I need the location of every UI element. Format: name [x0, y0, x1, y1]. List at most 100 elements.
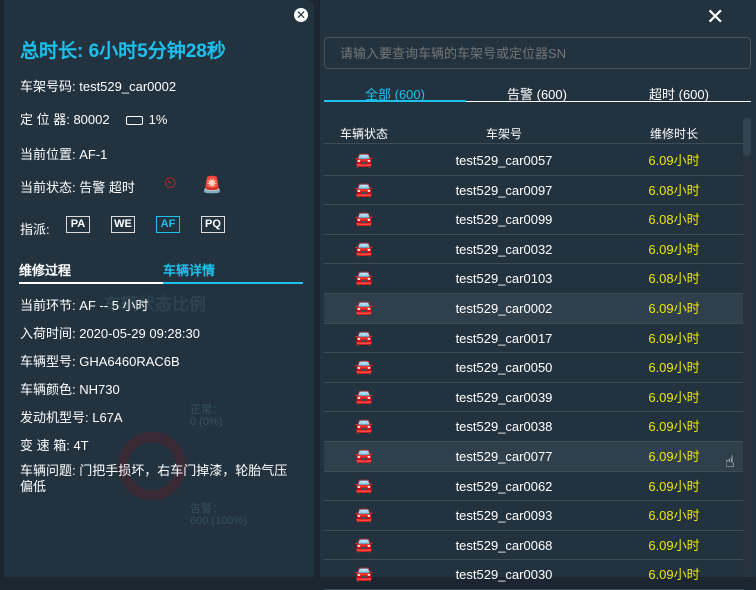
car-alarm-icon: 🚘 [354, 299, 374, 317]
duration-cell: 6.08小时 [648, 212, 700, 228]
car-alarm-icon: 🚘 [354, 536, 374, 554]
tab-alarm[interactable]: 告警 (600) [466, 84, 608, 103]
car-alarm-icon: 🚘 [354, 211, 374, 229]
assign-we-button[interactable]: WE [111, 216, 135, 233]
total-duration: 总时长: 6小时5分钟28秒 [20, 41, 226, 62]
alarm-label: 告警： [190, 503, 223, 515]
vehicle-detail-panel: ✕ 车辆状态比例 正常： 0 (0%) 告警： 600 (100%) 总时长: 6小… [4, 0, 314, 577]
table-row[interactable]: 🚘 test529_car0062 6.09小时 [324, 472, 744, 502]
duration-cell: 6.09小时 [648, 389, 700, 405]
frame-number-cell: test529_car0032 [455, 241, 553, 257]
vehicle-color: 车辆颜色: NH730 [20, 382, 120, 397]
assign-pa-button[interactable]: PA [66, 216, 90, 233]
frame-number-cell: test529_car0002 [455, 300, 553, 316]
car-alarm-icon: 🚘 [354, 418, 374, 436]
detail-tabs: 维修过程 车辆详情 [19, 258, 303, 284]
table-row[interactable]: 🚘 test529_car0032 6.09小时 [324, 235, 744, 265]
duration-cell: 6.09小时 [648, 537, 700, 553]
car-alarm-icon: 🚘 [354, 566, 374, 584]
car-alarm-icon: 🚘 [354, 477, 374, 495]
duration-cell: 6.08小时 [648, 271, 700, 287]
battery-icon [125, 116, 143, 126]
normal-value: 0 (0%) [190, 416, 223, 428]
vehicle-model: 车辆型号: GHA6460RAC6B [20, 354, 180, 369]
table-row[interactable]: 🚘 test529_car0039 6.09小时 [324, 383, 744, 413]
table-row[interactable]: 🚘 test529_car0077 6.09小时 [324, 441, 744, 472]
table-row[interactable]: 🚘 test529_car0068 6.09小时 [324, 531, 744, 561]
duration-cell: 6.08小时 [648, 182, 700, 198]
table-row[interactable]: 🚘 test529_car0030 6.09小时 [324, 560, 744, 590]
header-frame: 车架号 [485, 127, 522, 141]
vehicle-list-panel: ✕ 全部 (600) 告警 (600) 超时 (600) 车辆状态 车架号 维修… [320, 0, 756, 590]
car-alarm-icon: 🚘 [354, 359, 374, 377]
frame-number-cell: test529_car0097 [455, 182, 553, 198]
engine-model: 发动机型号: L67A [20, 410, 123, 425]
frame-number-cell: test529_car0103 [455, 271, 553, 287]
duration-cell: 6.09小时 [648, 300, 700, 316]
frame-number: 车架号码: test529_car0002 [20, 79, 177, 94]
scrollbar-thumb[interactable] [743, 118, 751, 156]
duration-cell: 6.09小时 [648, 241, 700, 257]
duration-cell: 6.09小时 [648, 567, 700, 583]
header-duration: 维修时长 [649, 127, 698, 141]
table-row[interactable]: 🚘 test529_car0017 6.09小时 [324, 324, 744, 354]
frame-number-cell: test529_car0062 [455, 478, 553, 494]
frame-number-cell: test529_car0039 [455, 389, 553, 405]
frame-number-cell: test529_car0093 [455, 508, 553, 524]
duration-cell: 6.08小时 [648, 508, 700, 524]
alarm-value: 600 (100%) [190, 515, 247, 527]
transmission: 变 速 箱: 4T [20, 438, 89, 453]
table-row[interactable]: 🚘 test529_car0103 6.08小时 [324, 264, 744, 294]
car-alarm-icon: 🚘 [354, 388, 374, 406]
car-alarm-icon: 🚘 [354, 181, 374, 199]
duration-cell: 6.09小时 [648, 360, 700, 376]
duration-cell: 6.09小时 [648, 419, 700, 435]
table-row[interactable]: 🚘 test529_car0038 6.09小时 [324, 412, 744, 442]
frame-number-cell: test529_car0099 [455, 212, 553, 228]
assign-label: 指派: [20, 222, 50, 237]
vehicle-issue: 车辆问题: 门把手损坏，右车门掉漆，轮胎气压偏低 [20, 463, 288, 494]
normal-label: 正常： [190, 404, 223, 416]
table-row[interactable]: 🚘 test529_car0097 6.08小时 [324, 176, 744, 206]
frame-number-cell: test529_car0038 [455, 419, 553, 435]
car-alarm-icon: 🚘 [354, 152, 374, 169]
scrollbar[interactable] [743, 118, 751, 577]
table-row[interactable]: 🚘 test529_car0050 6.09小时 [324, 353, 744, 383]
tab-timeout[interactable]: 超时 (600) [608, 84, 750, 103]
car-alarm-icon: 🚘 [354, 270, 374, 288]
frame-number-cell: test529_car0077 [455, 448, 553, 464]
car-alarm-icon: 🚘 [354, 447, 374, 465]
arrival-time: 入荷时间: 2020-05-29 09:28:30 [20, 326, 200, 341]
frame-number-cell: test529_car0030 [455, 567, 553, 583]
car-alarm-icon: 🚘 [354, 329, 374, 347]
car-alarm-icon: 🚘 [354, 507, 374, 525]
hand-cursor-icon: ☝ [725, 454, 735, 471]
tab-repair-process[interactable]: 维修过程 [19, 260, 71, 279]
close-detail-icon[interactable]: ✕ [294, 8, 308, 22]
battery-level: 1% [148, 112, 168, 127]
duration-cell: 6.09小时 [648, 153, 700, 168]
assign-pq-button[interactable]: PQ [201, 216, 225, 233]
locator: 定 位 器: 80002 [20, 112, 110, 127]
duration-cell: 6.09小时 [648, 478, 700, 494]
alarm-siren-icon: 🚨 [202, 177, 222, 194]
duration-cell: 6.09小时 [648, 448, 700, 464]
frame-number-cell: test529_car0068 [455, 537, 553, 553]
table-row[interactable]: 🚘 test529_car0002 6.09小时 [324, 293, 744, 324]
current-status: 当前状态: 告警 超时 [20, 180, 135, 195]
vehicle-table-body: 🚘 test529_car0057 6.09小时 🚘 test529_car0097 6.… [324, 146, 744, 590]
assign-af-button[interactable]: AF [156, 216, 180, 233]
table-row[interactable]: 🚘 test529_car0099 6.08小时 [324, 205, 744, 235]
active-tab-underline [163, 282, 303, 284]
timeout-icon: ⏲ [164, 175, 177, 192]
filter-tabs: 全部 (600) 告警 (600) 超时 (600) [324, 82, 751, 102]
search-input[interactable] [324, 37, 751, 69]
table-row[interactable]: 🚘 test529_car0057 6.09小时 [324, 146, 744, 176]
table-row[interactable]: 🚘 test529_car0093 6.08小时 [324, 501, 744, 531]
duration-cell: 6.09小时 [648, 330, 700, 346]
close-list-icon[interactable]: ✕ [706, 4, 724, 30]
table-header: 车辆状态 车架号 维修时长 [324, 125, 744, 144]
frame-number-cell: test529_car0017 [455, 330, 553, 346]
tab-vehicle-details[interactable]: 车辆详情 [163, 260, 215, 279]
frame-number-cell: test529_car0050 [455, 360, 553, 376]
